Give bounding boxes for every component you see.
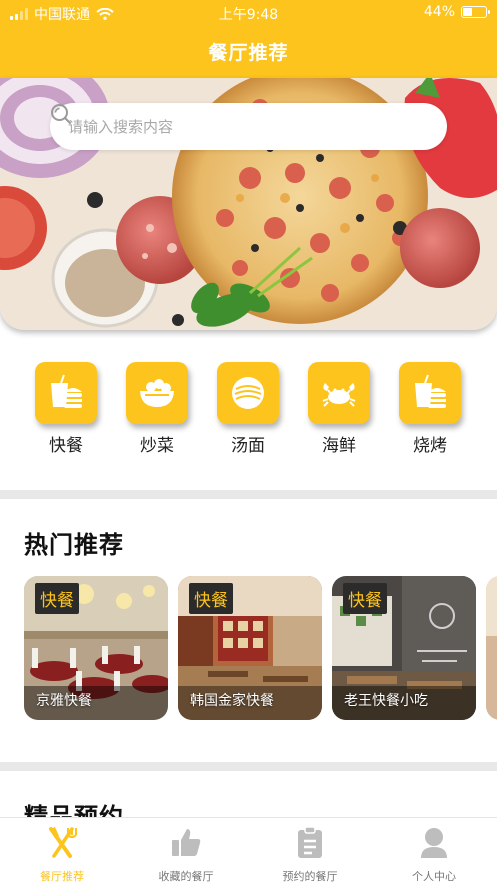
tab-profile[interactable]: 个人中心 bbox=[372, 826, 496, 883]
tab-reservations[interactable]: 预约的餐厅 bbox=[248, 826, 372, 883]
category-label: 炒菜 bbox=[140, 436, 174, 456]
category-noodles[interactable]: 汤面 bbox=[208, 362, 288, 456]
hot-title-text: 热门推荐 bbox=[24, 531, 124, 559]
card-tag: 快餐 bbox=[343, 583, 387, 614]
category-row: 快餐 炒菜 汤面 海鲜 烧烤 bbox=[0, 362, 497, 462]
category-bbq[interactable]: 烧烤 bbox=[390, 362, 470, 456]
card-name: 老王快餐小吃 bbox=[344, 693, 428, 709]
restaurant-card[interactable]: 快餐 京雅快餐 bbox=[24, 576, 168, 720]
hot-card-carousel[interactable]: 快餐 京雅快餐 快餐 韩国金家快餐 快餐 老王快餐小吃 bbox=[24, 576, 497, 722]
tab-label: 收藏的餐厅 bbox=[158, 870, 214, 883]
card-name: 韩国金家快餐 bbox=[190, 693, 274, 709]
category-stir-fry[interactable]: 炒菜 bbox=[117, 362, 197, 456]
tab-favorites[interactable]: 收藏的餐厅 bbox=[124, 826, 248, 883]
tab-restaurant-recommend[interactable]: 餐厅推荐 bbox=[0, 826, 124, 883]
card-tag: 快餐 bbox=[189, 583, 233, 614]
thumbs-up-icon bbox=[172, 829, 201, 856]
fast-food-icon bbox=[35, 362, 97, 424]
hot-section-title: 热门推荐 bbox=[24, 525, 170, 560]
clock: 上午9:48 bbox=[218, 7, 279, 23]
battery-percent: 44% bbox=[423, 4, 455, 20]
tab-label: 个人中心 bbox=[412, 870, 456, 883]
section-divider bbox=[0, 490, 497, 499]
fast-food-icon bbox=[399, 362, 461, 424]
person-icon bbox=[421, 828, 447, 858]
fork-knife-icon bbox=[49, 827, 77, 858]
crab-icon bbox=[308, 362, 370, 424]
category-label: 烧烤 bbox=[413, 436, 447, 456]
search-icon bbox=[51, 104, 71, 124]
status-bar: 中国联通 上午9:48 44% bbox=[0, 0, 497, 26]
category-seafood[interactable]: 海鲜 bbox=[299, 362, 379, 456]
category-label: 快餐 bbox=[49, 436, 83, 456]
top-bar: 中国联通 上午9:48 44% 餐厅推荐 bbox=[0, 0, 497, 78]
category-label: 汤面 bbox=[231, 436, 265, 456]
tab-label: 预约的餐厅 bbox=[282, 870, 338, 883]
page-title: 餐厅推荐 bbox=[208, 42, 289, 64]
restaurant-card-partial[interactable] bbox=[486, 576, 497, 720]
search-placeholder: 请输入搜索内容 bbox=[68, 118, 174, 136]
stir-fry-bowl-icon bbox=[126, 362, 188, 424]
tab-label: 餐厅推荐 bbox=[40, 870, 84, 883]
restaurant-card[interactable]: 快餐 韩国金家快餐 bbox=[178, 576, 322, 720]
restaurant-photo bbox=[486, 576, 497, 720]
noodle-bowl-icon bbox=[217, 362, 279, 424]
hero-banner: 请输入搜索内容 bbox=[0, 78, 497, 330]
bottom-tab-bar: 餐厅推荐 收藏的餐厅 预约的餐厅 个人中心 bbox=[0, 817, 497, 883]
restaurant-card[interactable]: 快餐 老王快餐小吃 bbox=[332, 576, 476, 720]
clipboard-icon bbox=[298, 826, 322, 858]
category-label: 海鲜 bbox=[322, 436, 356, 456]
section-divider bbox=[0, 762, 497, 771]
category-fast-food[interactable]: 快餐 bbox=[26, 362, 106, 456]
search-bar[interactable]: 请输入搜索内容 bbox=[50, 103, 447, 150]
card-name: 京雅快餐 bbox=[36, 693, 92, 709]
card-tag: 快餐 bbox=[35, 583, 79, 614]
battery-icon bbox=[461, 6, 490, 18]
